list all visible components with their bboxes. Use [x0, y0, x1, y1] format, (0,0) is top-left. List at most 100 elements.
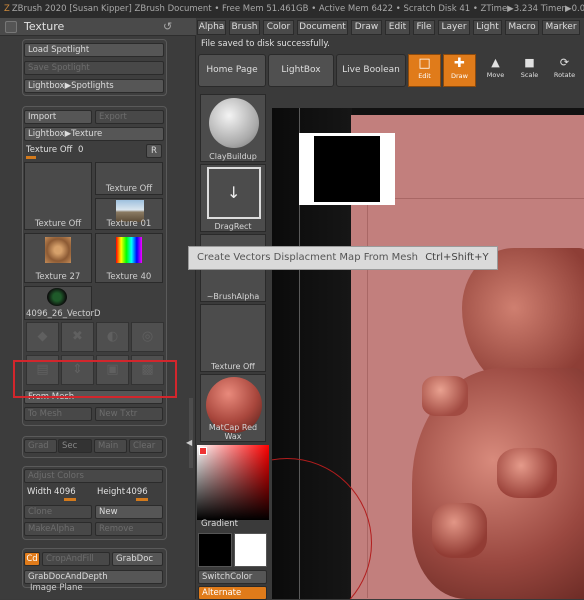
- new-button[interactable]: New: [95, 505, 163, 519]
- tile-caption: 4096_26_VectorD: [26, 309, 101, 319]
- live-boolean-button[interactable]: Live Boolean: [336, 54, 406, 87]
- invert-icon[interactable]: ◐: [96, 322, 129, 352]
- gradient-label[interactable]: Gradient: [201, 519, 238, 529]
- tooltip-shortcut: Ctrl+Shift+Y: [425, 252, 489, 263]
- texture-palette: Texture ↺ Load Spotlight Save Spotlight …: [0, 18, 196, 599]
- tile-caption: Texture 27: [35, 272, 81, 282]
- make-alpha-button[interactable]: MakeAlpha: [24, 522, 92, 536]
- drag-rect-label: DragRect: [214, 222, 252, 231]
- menu-edit[interactable]: Edit: [385, 20, 410, 35]
- from-mesh-highlight: [13, 360, 177, 398]
- clay-buildup-brush[interactable]: ClayBuildup: [200, 94, 266, 162]
- rock: [497, 448, 557, 498]
- r-button[interactable]: R: [146, 144, 162, 158]
- to-mesh-button[interactable]: To Mesh: [24, 407, 92, 421]
- scale-icon: ■: [524, 56, 535, 69]
- palette-title: Texture: [24, 20, 65, 33]
- texture-tile-01[interactable]: Texture 01: [95, 198, 163, 230]
- width-label: Width: [27, 487, 52, 497]
- rotate-icon[interactable]: ◎: [131, 322, 164, 352]
- texture-tile-40[interactable]: Texture 40: [95, 233, 163, 283]
- texture-tile-vector[interactable]: 4096_26_VectorD: [24, 286, 101, 320]
- grab-doc-button[interactable]: GrabDoc: [112, 552, 163, 566]
- edit-icon: □: [418, 56, 431, 71]
- clone-button[interactable]: Clone: [24, 505, 92, 519]
- width-value[interactable]: 4096: [54, 487, 76, 497]
- texture-palette-header[interactable]: Texture ↺: [0, 18, 196, 36]
- scratch-disk: • Scratch Disk 41: [395, 4, 471, 14]
- cd-button[interactable]: Cd: [24, 552, 40, 566]
- menu-marker[interactable]: Marker: [542, 20, 580, 35]
- main-button[interactable]: Main: [94, 439, 127, 453]
- menu-light[interactable]: Light: [473, 20, 502, 35]
- texture-tile-off[interactable]: Texture Off: [95, 162, 163, 195]
- import-button[interactable]: Import: [24, 110, 92, 124]
- crop-and-fill-button[interactable]: CropAndFill: [42, 552, 110, 566]
- menu-color[interactable]: Color: [263, 20, 294, 35]
- menu-layer[interactable]: Layer: [438, 20, 470, 35]
- export-button[interactable]: Export: [95, 110, 164, 124]
- scrollbar[interactable]: [189, 398, 193, 468]
- secondary-color-swatch[interactable]: [234, 533, 267, 567]
- rotate-label: Rotate: [553, 71, 576, 79]
- scale-label: Scale: [520, 71, 539, 79]
- height-slider[interactable]: [136, 498, 148, 501]
- menu-brush[interactable]: Brush: [229, 20, 260, 35]
- new-txtr-button[interactable]: New Txtr: [95, 407, 163, 421]
- move-button[interactable]: ▲ Move: [479, 54, 512, 87]
- rock: [422, 376, 468, 416]
- menu-draw[interactable]: Draw: [351, 20, 382, 35]
- draw-button[interactable]: ✚ Draw: [443, 54, 476, 87]
- texture-tile-27[interactable]: Texture 27: [24, 233, 92, 283]
- height-label: Height: [97, 487, 126, 497]
- sec-button[interactable]: Sec: [58, 439, 92, 453]
- menu-alpha[interactable]: Alpha: [197, 20, 226, 35]
- grab-doc-and-depth-button[interactable]: GrabDocAndDepth: [24, 570, 163, 584]
- matcap-material[interactable]: MatCap Red Wax: [200, 374, 266, 442]
- matcap-label: MatCap Red Wax: [208, 423, 258, 441]
- tile-caption: Texture 01: [106, 219, 152, 229]
- clear-button[interactable]: Clear: [129, 439, 163, 453]
- color-picker[interactable]: [197, 445, 269, 520]
- flip-v-icon[interactable]: ✖: [61, 322, 94, 352]
- menu-macro[interactable]: Macro: [505, 20, 539, 35]
- collapse-icon[interactable]: [5, 21, 17, 33]
- width-slider[interactable]: [64, 498, 76, 501]
- texture-slider[interactable]: [26, 156, 36, 159]
- remove-button[interactable]: Remove: [95, 522, 163, 536]
- home-page-button[interactable]: Home Page: [198, 54, 266, 87]
- flip-h-icon[interactable]: ◆: [26, 322, 59, 352]
- ztime: • ZTime▶3.234 Timer▶0.0: [472, 4, 584, 14]
- color-swatch-marker[interactable]: [199, 447, 207, 455]
- image-plane-label[interactable]: Image Plane: [30, 583, 83, 593]
- scale-button[interactable]: ■ Scale: [513, 54, 546, 87]
- menu-file[interactable]: File: [413, 20, 435, 35]
- height-value[interactable]: 4096: [126, 487, 148, 497]
- texture-tile-off-large[interactable]: Texture Off: [24, 162, 92, 230]
- lightbox-button[interactable]: LightBox: [268, 54, 334, 87]
- edit-button[interactable]: □ Edit: [408, 54, 441, 87]
- main-color-swatch[interactable]: [198, 533, 232, 567]
- texture-off-tile[interactable]: Texture Off: [200, 304, 266, 372]
- lightbox-texture-button[interactable]: Lightbox▶Texture: [24, 127, 164, 141]
- drag-rect-stroke[interactable]: ↓ DragRect: [200, 164, 266, 232]
- load-spotlight-button[interactable]: Load Spotlight: [24, 43, 164, 57]
- collapse-arrow-icon[interactable]: ◀: [186, 438, 192, 447]
- alternate-button[interactable]: Alternate: [198, 586, 267, 600]
- tool-shelf: ClayBuildup ↓ DragRect ~BrushAlpha Textu…: [197, 91, 270, 600]
- grad-button[interactable]: Grad: [24, 439, 57, 453]
- adjust-colors-button[interactable]: Adjust Colors: [24, 469, 163, 483]
- menu-document[interactable]: Document: [297, 20, 348, 35]
- status-message: File saved to disk successfully.: [201, 39, 330, 49]
- texture-thumb: [45, 237, 71, 263]
- texture-off-label: Texture Off: [26, 145, 73, 155]
- popout-icon[interactable]: ↺: [163, 20, 172, 33]
- lightbox-spotlights-button[interactable]: Lightbox▶Spotlights: [24, 79, 164, 93]
- brush-sphere: [209, 98, 259, 148]
- save-spotlight-button[interactable]: Save Spotlight: [24, 61, 164, 75]
- switch-color-button[interactable]: SwitchColor: [198, 570, 267, 584]
- document-canvas[interactable]: [272, 108, 584, 599]
- rotate-button[interactable]: ⟳ Rotate: [548, 54, 581, 87]
- free-mem: • Free Mem 51.461GB: [214, 4, 309, 14]
- tile-caption: Texture Off: [34, 219, 82, 229]
